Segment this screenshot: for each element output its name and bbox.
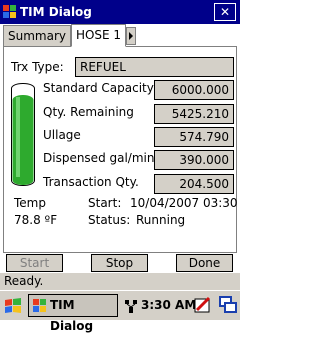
dispensed-rate-value: 390.000 — [154, 150, 234, 170]
title-bar: TIM Dialog ✕ — [0, 0, 240, 24]
status-label: Status: — [88, 213, 131, 227]
trx-type-label: Trx Type: — [11, 60, 64, 74]
trx-type-field: REFUEL — [75, 57, 234, 77]
chevron-right-icon — [129, 32, 133, 40]
tab-summary[interactable]: Summary — [3, 25, 71, 46]
status-value: Running — [136, 213, 186, 227]
temp-label: Temp — [14, 196, 46, 210]
ullage-label: Ullage — [43, 128, 81, 142]
desktop-icon[interactable] — [219, 296, 237, 314]
taskbar-app-button[interactable]: TIM Dialog — [28, 294, 118, 333]
transaction-qty-label: Transaction Qty. — [43, 175, 139, 189]
tab-scroll-button[interactable] — [126, 27, 136, 45]
temp-value: 78.8 ºF — [14, 213, 58, 227]
status-bar: Ready. — [0, 272, 240, 290]
input-panel-icon[interactable] — [194, 296, 212, 314]
network-icon[interactable] — [124, 298, 138, 314]
transaction-qty-value: 204.500 — [154, 174, 234, 194]
qty-remaining-value: 5425.210 — [154, 104, 234, 124]
close-button[interactable]: ✕ — [214, 3, 236, 21]
tank-level-icon — [11, 83, 35, 186]
standard-capacity-label: Standard Capacity — [43, 81, 154, 95]
windows-logo-icon — [33, 299, 46, 312]
taskbar-app-label: TIM Dialog — [50, 298, 94, 333]
start-time-value: 10/04/2007 03:30 — [130, 196, 238, 210]
tab-hose-1[interactable]: HOSE 1 — [71, 24, 126, 47]
window-title: TIM Dialog — [20, 5, 92, 19]
dispensed-rate-label: Dispensed gal/min — [43, 151, 155, 165]
start-label: Start: — [88, 196, 122, 210]
clock[interactable]: 3:30 AM — [141, 296, 196, 314]
stop-button[interactable]: Stop — [91, 254, 148, 272]
ullage-value: 574.790 — [154, 127, 234, 147]
standard-capacity-value: 6000.000 — [154, 80, 234, 100]
windows-logo-icon — [3, 5, 16, 18]
qty-remaining-label: Qty. Remaining — [43, 105, 134, 119]
start-button[interactable]: Start — [6, 254, 63, 272]
start-menu-icon[interactable] — [3, 297, 23, 315]
done-button[interactable]: Done — [176, 254, 233, 272]
